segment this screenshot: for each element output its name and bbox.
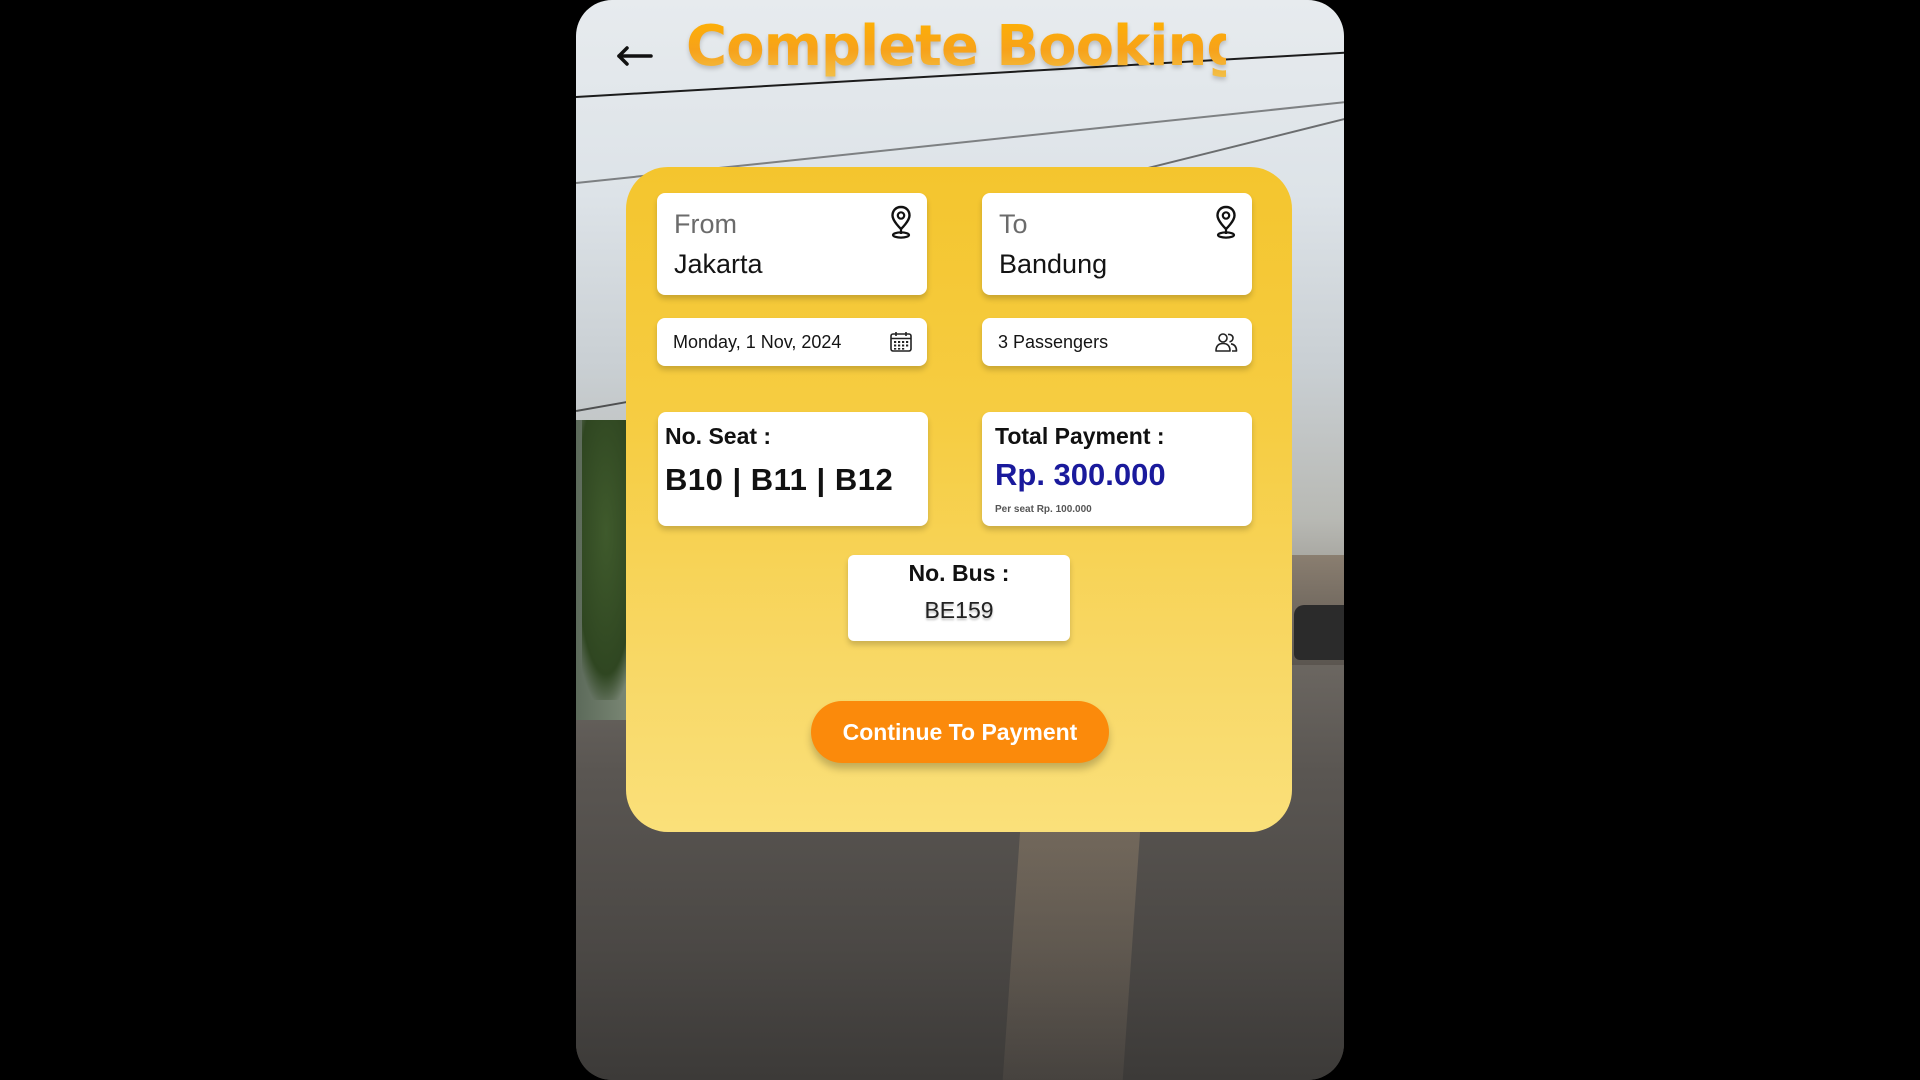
bus-label: No. Bus :	[908, 560, 1010, 586]
booking-card: From Jakarta To Bandung Monday, 1 Nov, 2…	[626, 167, 1292, 832]
bus-value: BE159	[924, 597, 994, 623]
from-label: From	[674, 209, 737, 239]
seat-label: No. Seat :	[665, 423, 772, 449]
date-value: Monday, 1 Nov, 2024	[673, 332, 842, 352]
background-wire	[1135, 116, 1344, 172]
back-button[interactable]	[612, 36, 656, 76]
to-value: Bandung	[999, 249, 1108, 279]
payment-box: Total Payment : Rp. 300.000 Per seat Rp.…	[982, 412, 1252, 526]
map-pin-icon	[1216, 205, 1236, 239]
seat-box: No. Seat : B10 | B11 | B12	[658, 412, 928, 526]
to-label: To	[999, 209, 1028, 239]
background-car	[1294, 605, 1344, 660]
arrow-left-icon	[617, 46, 653, 66]
phone-screen: Complete Booking From Jakarta To Bandung	[576, 0, 1344, 1080]
passengers-value: 3 Passengers	[998, 332, 1109, 352]
page-title: Complete Booking	[686, 14, 1246, 79]
date-field[interactable]: Monday, 1 Nov, 2024	[657, 318, 927, 366]
passengers-field[interactable]: 3 Passengers	[982, 318, 1252, 366]
map-pin-icon	[891, 205, 911, 239]
seat-value: B10 | B11 | B12	[665, 462, 894, 497]
from-field[interactable]: From Jakarta	[657, 193, 927, 295]
continue-to-payment-button[interactable]: Continue To Payment	[811, 701, 1109, 763]
payment-label: Total Payment :	[995, 423, 1165, 449]
payment-value: Rp. 300.000	[995, 457, 1166, 492]
calendar-icon	[890, 332, 912, 352]
users-icon	[1215, 333, 1238, 352]
bus-box: No. Bus : BE159	[848, 555, 1070, 641]
per-seat-price: Per seat Rp. 100.000	[995, 504, 1092, 515]
to-field[interactable]: To Bandung	[982, 193, 1252, 295]
from-value: Jakarta	[674, 249, 763, 279]
